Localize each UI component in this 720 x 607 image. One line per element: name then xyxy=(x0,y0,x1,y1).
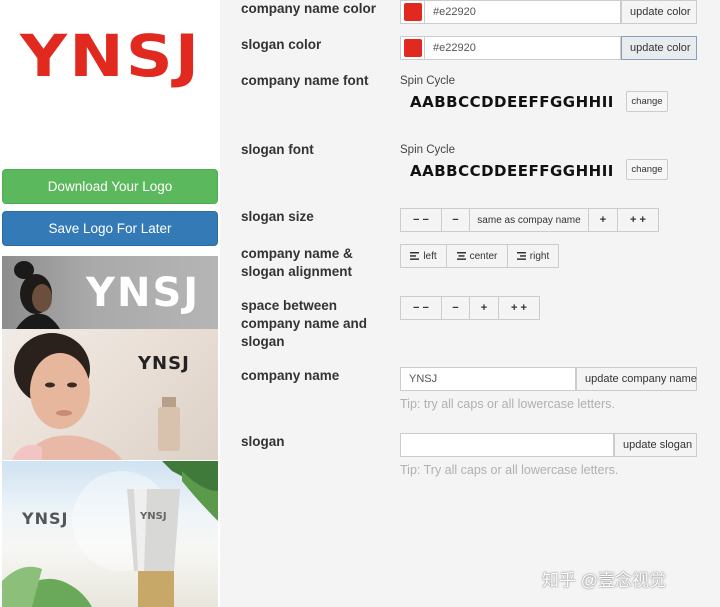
slogan-size-much-larger-button[interactable]: + + xyxy=(617,208,659,232)
company-name-color-swatch[interactable] xyxy=(400,0,424,24)
slogan-color-input[interactable]: #e22920 xyxy=(424,36,621,60)
slogan-font-preview: AABBCCDDEEFFGGHHII xyxy=(410,162,614,180)
slogan-label: slogan xyxy=(241,434,285,449)
download-logo-button[interactable]: Download Your Logo xyxy=(2,169,218,204)
align-center-label: center xyxy=(469,250,498,262)
company-name-color-input[interactable]: #e22920 xyxy=(424,0,621,24)
save-logo-button[interactable]: Save Logo For Later xyxy=(2,211,218,246)
slogan-color-swatch[interactable] xyxy=(400,36,424,60)
align-left-label: left xyxy=(423,250,437,262)
align-center-icon xyxy=(456,252,466,260)
slogan-update-color-button[interactable]: update color xyxy=(621,36,697,60)
slogan-size-buttons: − − − same as compay name + + + xyxy=(400,208,659,232)
spacing-buttons: − − − + + + xyxy=(400,296,540,320)
spacing-less-button[interactable]: − xyxy=(441,296,470,320)
woman-portrait-image xyxy=(12,333,180,460)
mockup-logo-text: YNSJ xyxy=(22,509,69,528)
align-right-icon xyxy=(516,252,526,260)
company-name-input[interactable]: YNSJ xyxy=(400,367,576,391)
slogan-size-much-smaller-button[interactable]: − − xyxy=(400,208,442,232)
spacing-label: space between company name and slogan xyxy=(241,297,367,351)
preview-column: YNSJ Download Your Logo Save Logo For La… xyxy=(0,0,220,607)
align-left-button[interactable]: left xyxy=(400,244,447,268)
slogan-size-label: slogan size xyxy=(241,209,314,224)
spacing-more-button[interactable]: + xyxy=(469,296,499,320)
alignment-label: company name & slogan alignment xyxy=(241,245,353,281)
mockup-tube: YNSJ YNSJ xyxy=(2,461,218,607)
alignment-label-line1: company name & xyxy=(241,246,353,261)
slogan-size-larger-button[interactable]: + xyxy=(588,208,618,232)
spacing-much-less-button[interactable]: − − xyxy=(400,296,442,320)
company-name-font-change-button[interactable]: change xyxy=(626,91,668,112)
company-name-update-color-button[interactable]: update color xyxy=(621,0,697,24)
company-name-color-label: company name color xyxy=(241,1,377,16)
company-name-group: YNSJ update company name xyxy=(400,367,697,391)
company-name-font-name: Spin Cycle xyxy=(400,75,455,87)
logo-preview-text: YNSJ xyxy=(20,22,202,90)
slogan-input[interactable] xyxy=(400,433,614,457)
alignment-buttons: left center right xyxy=(400,244,559,268)
slogan-size-smaller-button[interactable]: − xyxy=(441,208,470,232)
mockup-logo-text: YNSJ xyxy=(138,353,190,374)
company-name-color-group: #e22920 update color xyxy=(400,0,697,24)
slogan-group: update slogan xyxy=(400,433,697,457)
mockup-cosmetics: YNSJ xyxy=(2,329,218,460)
slogan-font-change-button[interactable]: change xyxy=(626,159,668,180)
watermark-text: 知乎 @壹念视觉 xyxy=(542,571,666,590)
slogan-color-group: #e22920 update color xyxy=(400,36,697,60)
update-company-name-button[interactable]: update company name xyxy=(576,367,697,391)
spacing-label-line3: slogan xyxy=(241,334,285,349)
mockup-logo-text: YNSJ xyxy=(86,270,201,316)
logo-preview: YNSJ xyxy=(0,0,218,162)
spacing-label-line1: space between xyxy=(241,298,338,313)
slogan-font-name: Spin Cycle xyxy=(400,144,455,156)
slogan-tip: Tip: Try all caps or all lowercase lette… xyxy=(400,463,619,477)
slogan-font-label: slogan font xyxy=(241,142,314,157)
tube-logo-text: YNSJ xyxy=(140,511,167,522)
logo-editor-page: YNSJ Download Your Logo Save Logo For La… xyxy=(0,0,720,607)
slogan-color-label: slogan color xyxy=(241,37,322,52)
slogan-size-same-button[interactable]: same as compay name xyxy=(469,208,589,232)
alignment-label-line2: slogan alignment xyxy=(241,264,353,279)
company-name-tip: Tip: try all caps or all lowercase lette… xyxy=(400,397,615,411)
company-name-font-label: company name font xyxy=(241,73,369,88)
spacing-much-more-button[interactable]: + + xyxy=(498,296,540,320)
cosmetic-tube-image xyxy=(2,461,218,607)
align-center-button[interactable]: center xyxy=(446,244,508,268)
mockup-banner: YNSJ xyxy=(2,256,218,329)
align-right-label: right xyxy=(529,250,550,262)
align-right-button[interactable]: right xyxy=(507,244,559,268)
update-slogan-button[interactable]: update slogan xyxy=(614,433,697,457)
align-left-icon xyxy=(410,252,420,260)
company-name-label: company name xyxy=(241,368,340,383)
spacing-label-line2: company name and xyxy=(241,316,368,331)
company-name-font-preview: AABBCCDDEEFFGGHHII xyxy=(410,93,614,111)
